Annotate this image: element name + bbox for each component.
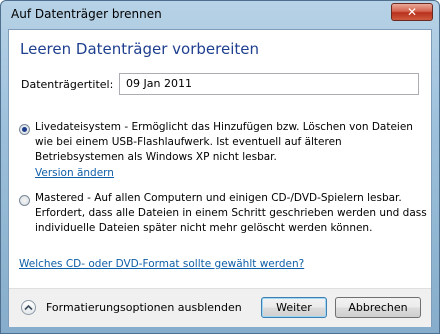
- mastered-description: Mastered - Auf allen Computern und einig…: [35, 192, 427, 234]
- window-title: Auf Datenträger brennen: [11, 7, 162, 21]
- change-version-link[interactable]: Version ändern: [35, 167, 114, 179]
- cancel-button[interactable]: Abbrechen: [335, 297, 421, 318]
- dialog-footer: Formatierungsoptionen ausblenden Weiter …: [9, 288, 431, 327]
- burn-disc-dialog: Auf Datenträger brennen ✕ Leeren Datentr…: [0, 0, 440, 334]
- disc-title-label: Datenträgertitel:: [21, 78, 114, 91]
- chevron-up-icon: [24, 304, 33, 311]
- close-button[interactable]: ✕: [391, 3, 433, 21]
- mastered-radio[interactable]: [19, 195, 30, 206]
- dialog-heading: Leeren Datenträger vorbereiten: [20, 40, 259, 58]
- live-filesystem-radio[interactable]: [19, 124, 30, 135]
- dialog-content: Leeren Datenträger vorbereiten Datenträg…: [8, 29, 432, 327]
- format-help-link[interactable]: Welches CD- oder DVD-Format sollte gewäh…: [19, 258, 304, 270]
- disc-title-input[interactable]: 09 Jan 2011: [119, 73, 419, 95]
- title-bar[interactable]: Auf Datenträger brennen ✕: [1, 1, 439, 29]
- next-button[interactable]: Weiter: [261, 297, 327, 318]
- formatting-options-toggle-label[interactable]: Formatierungsoptionen ausblenden: [46, 301, 242, 314]
- collapse-options-button[interactable]: [21, 300, 36, 315]
- close-icon: ✕: [406, 5, 418, 19]
- live-filesystem-description: Livedateisystem - Ermöglicht das Hinzufü…: [35, 121, 413, 163]
